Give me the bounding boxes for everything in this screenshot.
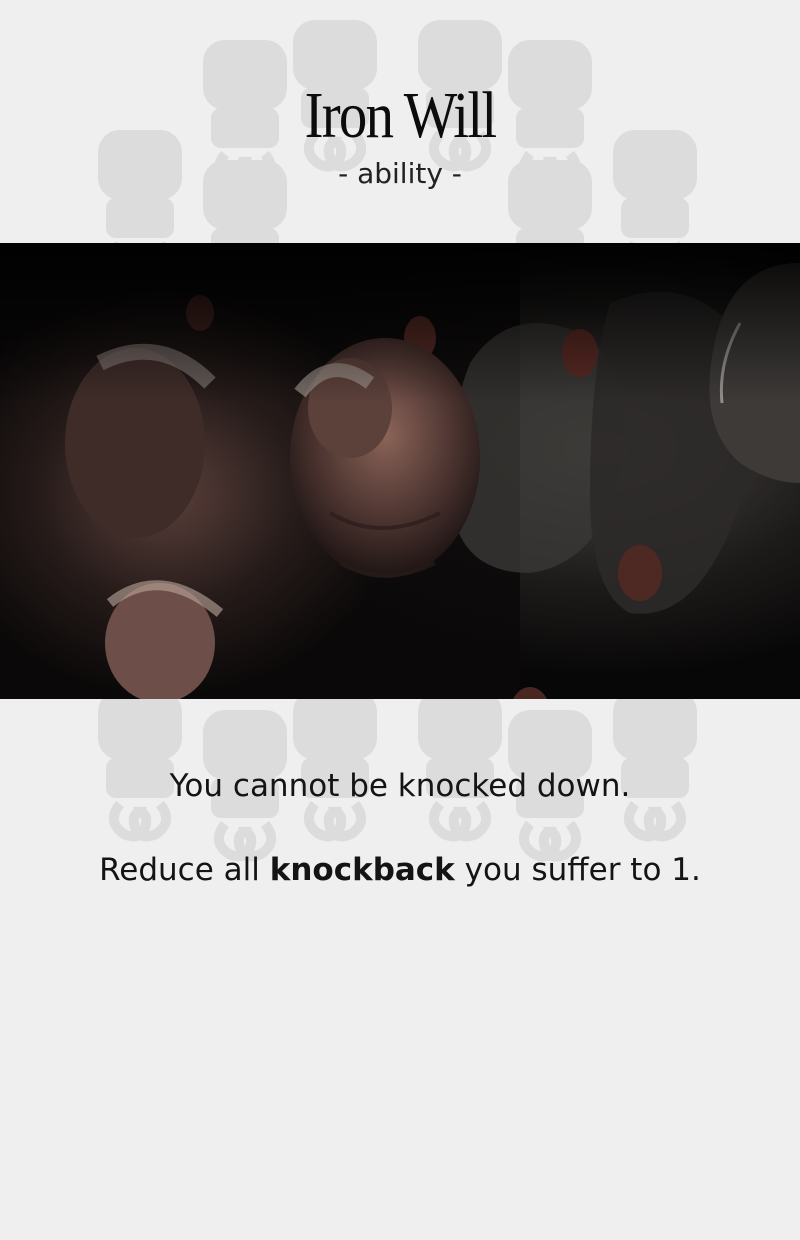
keyword-knockback: knockback: [269, 852, 455, 888]
card-title: Iron Will: [304, 79, 498, 152]
rule-line-knockback: Reduce all knockback you suffer to 1.: [0, 850, 800, 890]
rule-line-knockdown: You cannot be knocked down.: [169, 768, 631, 804]
painting-icon: [0, 243, 800, 699]
rule-text-prefix: Reduce all: [99, 852, 270, 888]
rule-text-suffix: you suffer to 1.: [454, 852, 701, 888]
card-type-label: - ability -: [338, 157, 462, 190]
card-rules-text: You cannot be knocked down. Reduce all k…: [0, 766, 800, 890]
card-artwork: [0, 243, 800, 699]
